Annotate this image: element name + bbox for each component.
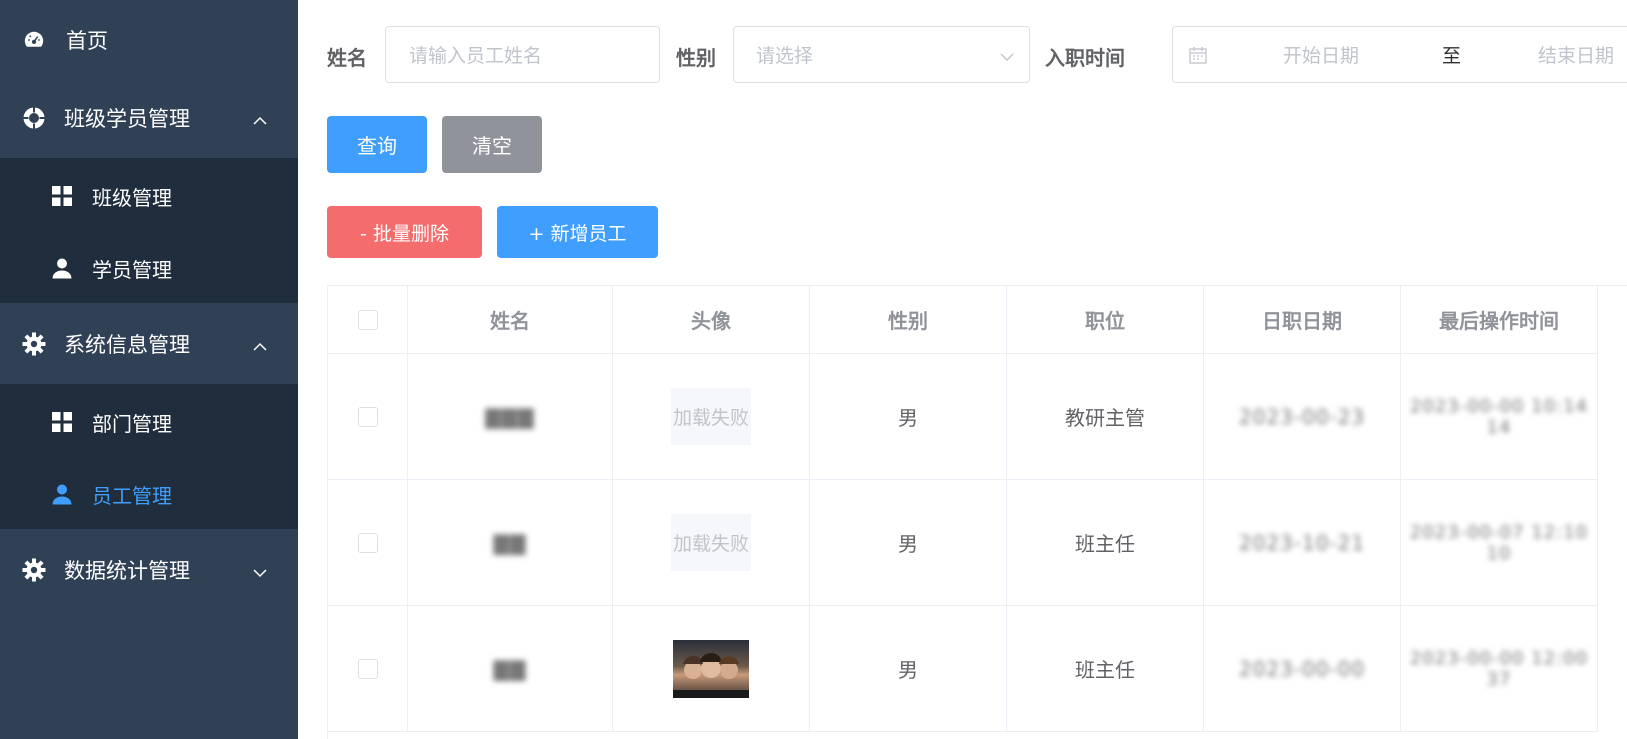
table-row-checkbox-cell [328,354,408,480]
hire-date-value: 2023-10-21 [1238,530,1366,555]
row-name-cell: ▇▇ [408,480,613,606]
gear-icon [22,332,46,356]
aperture-icon [22,106,46,130]
row-name-cell: ▇▇ [408,606,613,732]
row-updated-cell: 2023-00-00 10:14 14 [1401,354,1598,480]
gender-label: 性别 [676,46,716,70]
menu-class-student[interactable]: 班级学员管理 [0,78,298,158]
avatar-image [673,639,749,698]
header-position[interactable]: 职位 [1007,286,1204,354]
hire-date-label: 入职时间 [1045,46,1125,70]
menu-system-info-label: 系统信息管理 [64,333,190,357]
row-hire-date-cell: 2023-00-23 [1204,354,1401,480]
header-last-updated[interactable]: 最后操作时间 [1401,286,1598,354]
updated-value-line2: 14 [1486,416,1512,438]
start-date-input[interactable]: 开始日期 [1283,41,1359,68]
dashboard-icon [22,28,46,52]
row-name-cell: ▇▇▇ [408,354,613,480]
sidebar: 首页 班级学员管理 班级管理 学员管理 系统信息管理 部门管理 员工管理 数据统… [0,0,298,739]
sidebar-item-class-label: 班级管理 [92,185,172,210]
user-icon [51,257,73,279]
add-employee-button[interactable]: + 新增员工 [497,206,658,258]
employee-name: ▇▇ [493,530,527,555]
sidebar-item-student[interactable]: 学员管理 [0,232,298,304]
header-hire-date[interactable]: 日职日期 [1204,286,1401,354]
header-select-all-cell [328,286,408,354]
row-avatar-cell: 加载失败 [613,354,810,480]
select-all-checkbox[interactable] [357,309,378,330]
chevron-up-icon [252,336,268,352]
sidebar-item-dept[interactable]: 部门管理 [0,386,298,458]
calendar-icon [1189,46,1207,69]
row-position-cell: 教研主管 [1007,354,1204,480]
hire-date-range-picker[interactable]: 开始日期 至 结束日期 [1172,26,1627,83]
sidebar-item-employee-label: 员工管理 [92,483,172,508]
menu-data-stats-label: 数据统计管理 [64,559,190,583]
row-checkbox[interactable] [357,532,378,553]
menu-data-stats[interactable]: 数据统计管理 [0,530,298,610]
employee-name: ▇▇ [493,656,527,681]
chevron-down-icon [252,562,268,578]
updated-value: 2023-00-07 12:10 [1409,521,1589,543]
gender-select-placeholder: 请选择 [756,45,814,67]
header-name[interactable]: 姓名 [408,286,613,354]
grid-icon [51,411,73,433]
employee-name: ▇▇▇ [485,404,535,429]
gear-icon [22,558,46,582]
sidebar-item-employee[interactable]: 员工管理 [0,458,298,530]
row-hire-date-cell: 2023-00-00 [1204,606,1401,732]
row-gender-cell: 男 [810,480,1007,606]
clear-button[interactable]: 清空 [442,116,542,173]
updated-value-line2: 37 [1486,668,1512,690]
row-gender-cell: 男 [810,354,1007,480]
submenu-class-student: 班级管理 学员管理 [0,158,298,303]
name-label: 姓名 [327,46,367,70]
updated-value: 2023-00-00 10:14 [1409,395,1589,417]
submenu-system-info: 部门管理 员工管理 [0,384,298,529]
query-button[interactable]: 查询 [327,116,427,173]
row-updated-cell: 2023-00-07 12:10 10 [1401,480,1598,606]
avatar-load-failed: 加载失败 [671,388,751,445]
row-checkbox[interactable] [357,658,378,679]
row-position-cell: 班主任 [1007,480,1204,606]
hire-date-value: 2023-00-23 [1238,404,1366,429]
header-gender[interactable]: 性别 [810,286,1007,354]
name-input-placeholder: 请输入员工姓名 [409,45,543,67]
menu-home[interactable]: 首页 [0,0,298,80]
row-avatar-cell: 加载失败 [613,480,810,606]
row-position-cell: 班主任 [1007,606,1204,732]
user-icon [51,483,73,505]
row-checkbox[interactable] [357,406,378,427]
table-row-checkbox-cell [328,606,408,732]
row-hire-date-cell: 2023-10-21 [1204,480,1401,606]
menu-class-student-label: 班级学员管理 [64,107,190,131]
menu-home-label: 首页 [66,29,108,53]
name-input[interactable]: 请输入员工姓名 [385,26,660,83]
gender-select[interactable]: 请选择 [733,26,1030,83]
row-avatar-cell [613,606,810,732]
end-date-input[interactable]: 结束日期 [1538,41,1614,68]
sidebar-item-student-label: 学员管理 [92,257,172,282]
updated-value: 2023-00-00 12:00 [1409,647,1589,669]
header-avatar[interactable]: 头像 [613,286,810,354]
grid-icon [51,185,73,207]
sidebar-item-class[interactable]: 班级管理 [0,160,298,232]
menu-system-info[interactable]: 系统信息管理 [0,304,298,384]
chevron-down-icon [999,48,1015,70]
hire-date-value: 2023-00-00 [1238,656,1366,681]
sidebar-item-dept-label: 部门管理 [92,411,172,436]
avatar-load-failed: 加载失败 [671,514,751,571]
row-gender-cell: 男 [810,606,1007,732]
table-row-checkbox-cell [328,480,408,606]
row-updated-cell: 2023-00-00 12:00 37 [1401,606,1598,732]
employee-table: 姓名 头像 性别 职位 日职日期 最后操作时间 ▇▇▇ 加载失败 男 教研主管 … [327,285,1627,739]
updated-value-line2: 10 [1486,542,1512,564]
chevron-up-icon [252,110,268,126]
main-content: 姓名 请输入员工姓名 性别 请选择 入职时间 开始日期 至 结束日期 查询 清空… [298,0,1627,739]
batch-delete-button[interactable]: - 批量删除 [327,206,482,258]
range-separator: 至 [1442,45,1462,67]
